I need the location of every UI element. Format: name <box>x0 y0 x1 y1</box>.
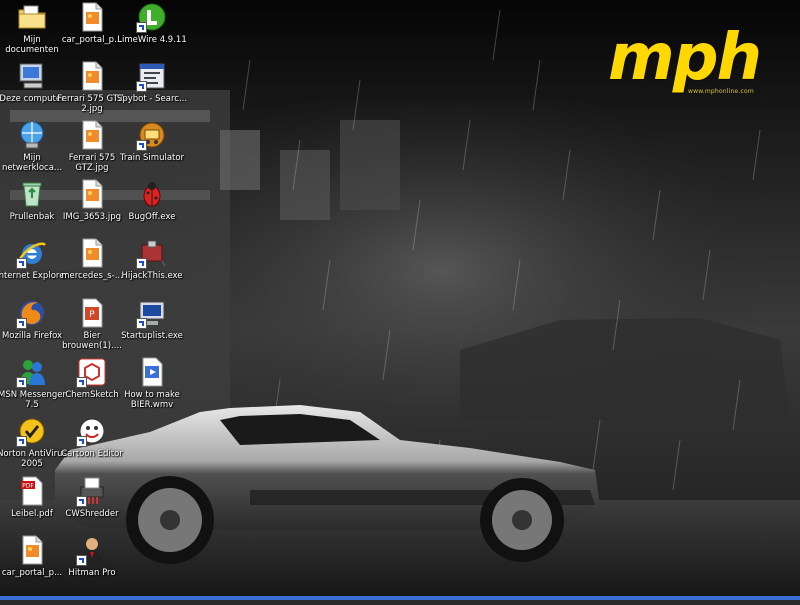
desktop-icon-label: BugOff.exe <box>128 212 176 222</box>
image-file-icon <box>16 534 48 566</box>
image-file-icon <box>76 1 108 33</box>
desktop-icon-label: How to make BIER.wmv <box>124 390 180 410</box>
shortcut-arrow-icon <box>136 22 147 33</box>
shortcut-arrow-icon <box>136 258 147 269</box>
shortcut-arrow-icon <box>76 555 87 566</box>
chemsketch-icon <box>76 356 108 388</box>
cwshredder-icon <box>76 475 108 507</box>
shortcut-arrow-icon <box>16 377 27 388</box>
computer-icon <box>16 60 48 92</box>
desktop-icon[interactable]: Cartoon Editor <box>56 415 128 473</box>
desktop-icon-label: Cartoon Editor <box>61 449 123 459</box>
desktop-icon-label: Spybot - Searc... <box>116 94 188 104</box>
desktop-icon-label: Train Simulator <box>119 153 185 163</box>
firefox-icon <box>16 297 48 329</box>
shortcut-arrow-icon <box>76 377 87 388</box>
shortcut-arrow-icon <box>16 318 27 329</box>
desktop-icon[interactable]: How to make BIER.wmv <box>116 356 188 414</box>
desktop-icon[interactable]: Spybot - Searc... <box>116 60 188 118</box>
shortcut-arrow-icon <box>16 258 27 269</box>
desktop-icon[interactable]: Startuplist.exe <box>116 297 188 355</box>
network-places-icon <box>16 119 48 151</box>
train-simulator-icon <box>136 119 168 151</box>
image-file-icon <box>76 178 108 210</box>
bug-icon <box>136 178 168 210</box>
shortcut-arrow-icon <box>136 318 147 329</box>
powerpoint-file-icon: P <box>76 297 108 329</box>
desktop-icon[interactable]: LimeWire 4.9.11 <box>116 1 188 59</box>
desktop-icon[interactable]: CWShredder <box>56 475 128 533</box>
shortcut-arrow-icon <box>76 496 87 507</box>
desktop-icon[interactable]: HijackThis.exe <box>116 237 188 295</box>
image-file-icon <box>76 237 108 269</box>
msn-messenger-icon <box>16 356 48 388</box>
spybot-icon <box>136 60 168 92</box>
recycle-bin-icon <box>16 178 48 210</box>
hitman-pro-icon <box>76 534 108 566</box>
mph-logo-url: www.mphonline.com <box>688 88 754 95</box>
folder-documents-icon <box>16 1 48 33</box>
shortcut-arrow-icon <box>136 140 147 151</box>
norton-antivirus-icon <box>16 415 48 447</box>
cartoon-editor-icon <box>76 415 108 447</box>
mph-logo: mph <box>608 21 762 95</box>
desktop-icon[interactable]: BugOff.exe <box>116 178 188 236</box>
desktop-icon-label: CWShredder <box>65 509 119 519</box>
desktop-icon-label: LimeWire 4.9.11 <box>117 35 187 45</box>
desktop-icon[interactable]: Hitman Pro <box>56 534 128 592</box>
shortcut-arrow-icon <box>136 81 147 92</box>
desktop-icon-label: Hitman Pro <box>68 568 116 578</box>
desktop-icon-label: HijackThis.exe <box>121 271 183 281</box>
shortcut-arrow-icon <box>16 436 27 447</box>
startuplist-icon <box>136 297 168 329</box>
taskbar-edge <box>0 596 800 600</box>
hijackthis-icon <box>136 237 168 269</box>
pdf-file-icon: PDF <box>16 475 48 507</box>
svg-text:P: P <box>89 310 95 320</box>
image-file-icon <box>76 60 108 92</box>
desktop-icon[interactable]: Train Simulator <box>116 119 188 177</box>
svg-text:PDF: PDF <box>22 483 34 490</box>
internet-explorer-icon <box>16 237 48 269</box>
image-file-icon <box>76 119 108 151</box>
limewire-icon <box>136 1 168 33</box>
shortcut-arrow-icon <box>76 436 87 447</box>
video-file-icon <box>136 356 168 388</box>
desktop-icon-label: Startuplist.exe <box>121 331 183 341</box>
